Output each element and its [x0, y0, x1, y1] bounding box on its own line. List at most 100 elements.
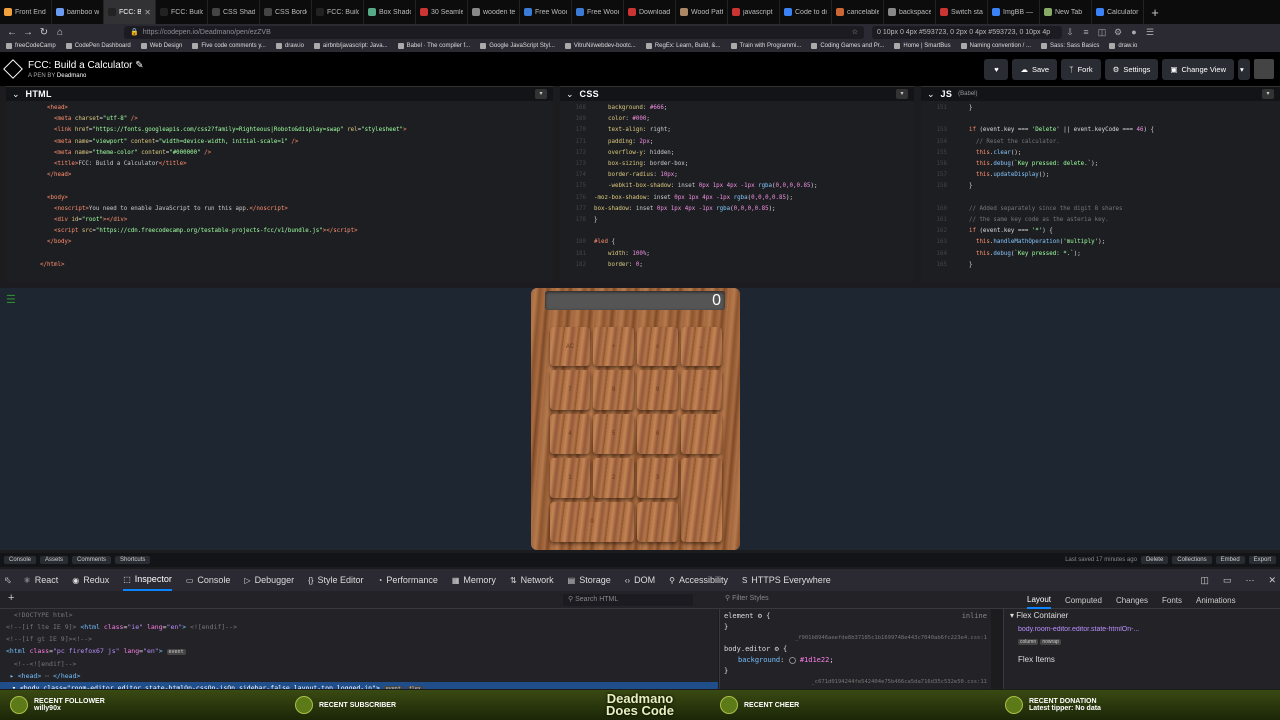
bookmark-item[interactable]: Home | SmartBus — [894, 43, 951, 49]
devtools-tab[interactable]: ◔ Performance — [377, 575, 437, 585]
js-editor-dropdown-icon[interactable]: ▾ — [1262, 89, 1274, 99]
browser-tab[interactable]: ImgBB — U — [988, 0, 1040, 24]
edit-pencil-icon[interactable]: ✎ — [135, 60, 143, 71]
rule-property[interactable]: background — [738, 656, 780, 664]
filter-styles-input[interactable]: ⚲ Filter Styles — [725, 594, 925, 606]
browser-tab[interactable]: Switch stat — [936, 0, 988, 24]
download-icon[interactable]: ⇩ — [1062, 27, 1078, 38]
new-tab-button[interactable]: + — [1144, 0, 1166, 24]
assets-button[interactable]: Assets — [40, 556, 69, 564]
calculator-key[interactable]: 4 — [550, 414, 590, 454]
bookmark-item[interactable]: Coding Games and Pr... — [811, 43, 884, 49]
calculator-key[interactable]: 6 — [637, 414, 678, 454]
bookmark-item[interactable]: airbnb/javascript: Java... — [313, 43, 388, 49]
js-editor[interactable]: ⌄ JS (Babel) ▾ 151 } 153 if (event.key =… — [921, 86, 1280, 282]
pen-title[interactable]: FCC: Build a Calculator — [28, 60, 132, 71]
calculator-key[interactable]: . — [637, 502, 678, 542]
browser-tab[interactable]: Calculator — [1092, 0, 1144, 24]
devtools-tab[interactable]: ▤ Storage — [568, 575, 611, 585]
rules-view[interactable]: element ⚙ { inline } _f901b8946aeefde8b3… — [719, 609, 991, 689]
js-code[interactable]: 151 } 153 if (event.key === 'Delete' || … — [921, 101, 1280, 271]
devtools-tab[interactable]: ▭ Console — [186, 575, 231, 585]
calculator-key[interactable] — [681, 458, 722, 542]
home-icon[interactable]: ⌂ — [52, 27, 68, 38]
markup-view[interactable]: <!DOCTYPE html> <!--[if lte IE 9]> <html… — [0, 609, 718, 689]
dock-icon[interactable]: ◫ — [1200, 575, 1209, 586]
html-editor[interactable]: ⌄ HTML ▾ <head> <meta charset="utf-8" />… — [6, 86, 553, 282]
extension-icon[interactable]: ⚙ — [1110, 27, 1126, 38]
devtools-tab[interactable]: ⚛ React — [24, 575, 59, 585]
avatar[interactable] — [1254, 59, 1274, 79]
devtools-tab[interactable]: S HTTPS Everywhere — [742, 575, 831, 585]
bookmark-item[interactable]: Babel · The compiler f... — [397, 43, 470, 49]
calculator-key[interactable]: ← — [681, 327, 722, 366]
devtools-tab[interactable]: ▦ Memory — [452, 575, 496, 585]
bookmark-item[interactable]: CodePen Dashboard — [65, 43, 131, 49]
close-tab-icon[interactable]: ✕ — [144, 8, 151, 17]
close-icon[interactable]: ✕ — [1268, 575, 1276, 586]
account-icon[interactable]: ● — [1126, 27, 1142, 37]
html-code[interactable]: <head> <meta charset="utf-8" /> <link hr… — [6, 101, 553, 271]
layout-tab[interactable]: Computed — [1065, 596, 1102, 605]
rule-source-2[interactable]: _c671d0194244fe542404e75b466ca5da716d35c… — [724, 677, 988, 688]
browser-tab[interactable]: CSS Border — [260, 0, 312, 24]
browser-tab[interactable]: New Tab — [1040, 0, 1092, 24]
flex-container-selector[interactable]: body.room-editor.editor.state-htmlOn-... — [1010, 626, 1274, 633]
layout-tab[interactable]: Animations — [1196, 596, 1236, 605]
browser-tab[interactable]: 30 Seamless — [416, 0, 468, 24]
browser-tab[interactable]: Free Wood — [520, 0, 572, 24]
bookmark-item[interactable]: Google JavaScript Styl... — [480, 43, 555, 49]
bookmark-item[interactable]: RegEx: Learn, Build, &... — [645, 43, 721, 49]
browser-tab[interactable]: Download — [624, 0, 676, 24]
calculator-key[interactable]: 9 — [637, 370, 678, 410]
console-button[interactable]: Console — [4, 556, 37, 564]
calculator-key[interactable]: 3 — [637, 458, 678, 498]
save-button[interactable]: ☁ Save — [1012, 58, 1058, 80]
devtools-tab[interactable]: ⚲ Accessibility — [669, 575, 728, 585]
browser-tab[interactable]: bamboo wo — [52, 0, 104, 24]
html-editor-collapse-icon[interactable]: ⌄ — [12, 89, 20, 100]
bookmark-item[interactable]: Naming convention / ... — [960, 43, 1031, 49]
menu-dropdown-button[interactable]: ▾ — [1238, 58, 1250, 80]
forward-arrow-icon[interactable]: → — [20, 27, 36, 38]
url-bar[interactable]: 🔒 https://codepen.io/Deadmano/pen/ezZVB … — [124, 25, 864, 39]
search-bar[interactable]: 0 10px 0 4px #593723, 0 2px 0 4px #59372… — [872, 25, 1062, 39]
embed-button[interactable]: Embed — [1215, 556, 1245, 564]
browser-tab[interactable]: cancelable — [832, 0, 884, 24]
css-editor-dropdown-icon[interactable]: ▾ — [896, 89, 908, 99]
bookmark-item[interactable]: VitruNi/webdev-bootc... — [564, 43, 636, 49]
bookmark-item[interactable]: Web Design — [140, 43, 182, 49]
js-editor-collapse-icon[interactable]: ⌄ — [927, 89, 935, 100]
like-button[interactable]: ♥ — [984, 58, 1009, 80]
bookmark-item[interactable]: Five code comments y... — [192, 43, 266, 49]
calculator-key[interactable]: AC — [550, 327, 590, 366]
devtools-tab[interactable]: ▷ Debugger — [244, 575, 294, 585]
bookmark-star-icon[interactable]: ☆ — [852, 28, 858, 36]
browser-tab[interactable]: FCC: Build a — [312, 0, 364, 24]
devtools-tab[interactable]: ‹› DOM — [625, 575, 655, 585]
calculator-key[interactable]: 5 — [593, 414, 634, 454]
browser-tab[interactable]: Code to dis — [780, 0, 832, 24]
collections-button[interactable]: Collections — [1172, 556, 1212, 564]
calculator-key[interactable]: 1 — [550, 458, 590, 498]
rule-value[interactable]: #1d1e22 — [800, 656, 830, 664]
reload-icon[interactable]: ↻ — [36, 27, 52, 38]
layout-tab[interactable]: Changes — [1116, 596, 1148, 605]
browser-tab[interactable]: Free Wood — [572, 0, 624, 24]
pick-element-icon[interactable]: ⬁ — [4, 575, 12, 586]
css-code[interactable]: 168 background: #666; 169 color: #000; 1… — [560, 101, 914, 271]
calculator-key[interactable]: 0 — [550, 502, 634, 542]
fork-button[interactable]: ᛉ Fork — [1061, 58, 1101, 80]
devtools-tab[interactable]: ◉ Redux — [72, 575, 109, 585]
menu-icon[interactable]: ☰ — [1142, 27, 1158, 38]
browser-tab[interactable]: Wood Patte — [676, 0, 728, 24]
calculator-key[interactable] — [681, 414, 722, 454]
browser-tab[interactable]: Box Shadow — [364, 0, 416, 24]
sidebar-icon[interactable]: ◫ — [1094, 27, 1110, 38]
shortcuts-button[interactable]: Shortcuts — [115, 556, 151, 564]
calculator-key[interactable]: 2 — [593, 458, 634, 498]
browser-tab[interactable]: backspace — [884, 0, 936, 24]
library-icon[interactable]: ≡ — [1078, 27, 1094, 37]
browser-tab[interactable]: FCC: Build a — [156, 0, 208, 24]
calculator-key[interactable]: 8 — [593, 370, 634, 410]
